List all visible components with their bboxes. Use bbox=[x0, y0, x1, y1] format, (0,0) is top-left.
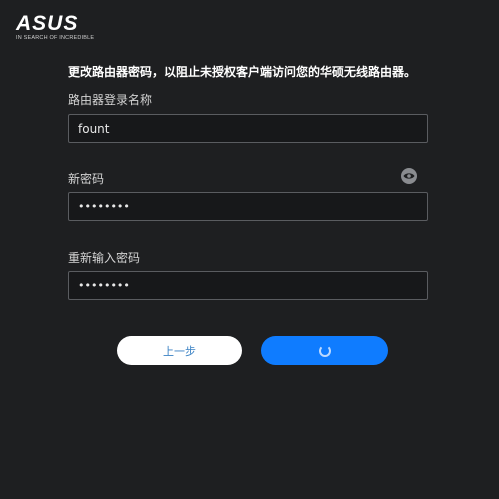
confirm-password-input[interactable]: •••••••• bbox=[68, 271, 428, 300]
asus-logo: ASUS IN SEARCH OF INCREDIBLE bbox=[16, 12, 96, 41]
back-button-label: 上一步 bbox=[163, 344, 196, 358]
eye-icon-glyph bbox=[403, 173, 415, 179]
next-button[interactable] bbox=[261, 336, 388, 365]
login-name-value: fount bbox=[78, 121, 110, 136]
login-name-input[interactable]: fount bbox=[68, 114, 428, 143]
confirm-password-value: •••••••• bbox=[78, 279, 130, 292]
new-password-input[interactable]: •••••••• bbox=[68, 192, 428, 221]
page-instruction: 更改路由器密码，以阻止未授权客户端访问您的华硕无线路由器。 bbox=[68, 65, 417, 79]
loading-spinner-icon bbox=[318, 344, 331, 357]
eye-icon[interactable] bbox=[401, 168, 417, 184]
login-name-label: 路由器登录名称 bbox=[68, 93, 153, 107]
back-button[interactable]: 上一步 bbox=[117, 336, 242, 365]
logo-tagline: IN SEARCH OF INCREDIBLE bbox=[16, 35, 95, 41]
new-password-label: 新密码 bbox=[68, 172, 105, 186]
new-password-value: •••••••• bbox=[78, 200, 130, 213]
confirm-password-label: 重新输入密码 bbox=[68, 251, 141, 265]
logo-wordmark: ASUS bbox=[16, 12, 79, 35]
